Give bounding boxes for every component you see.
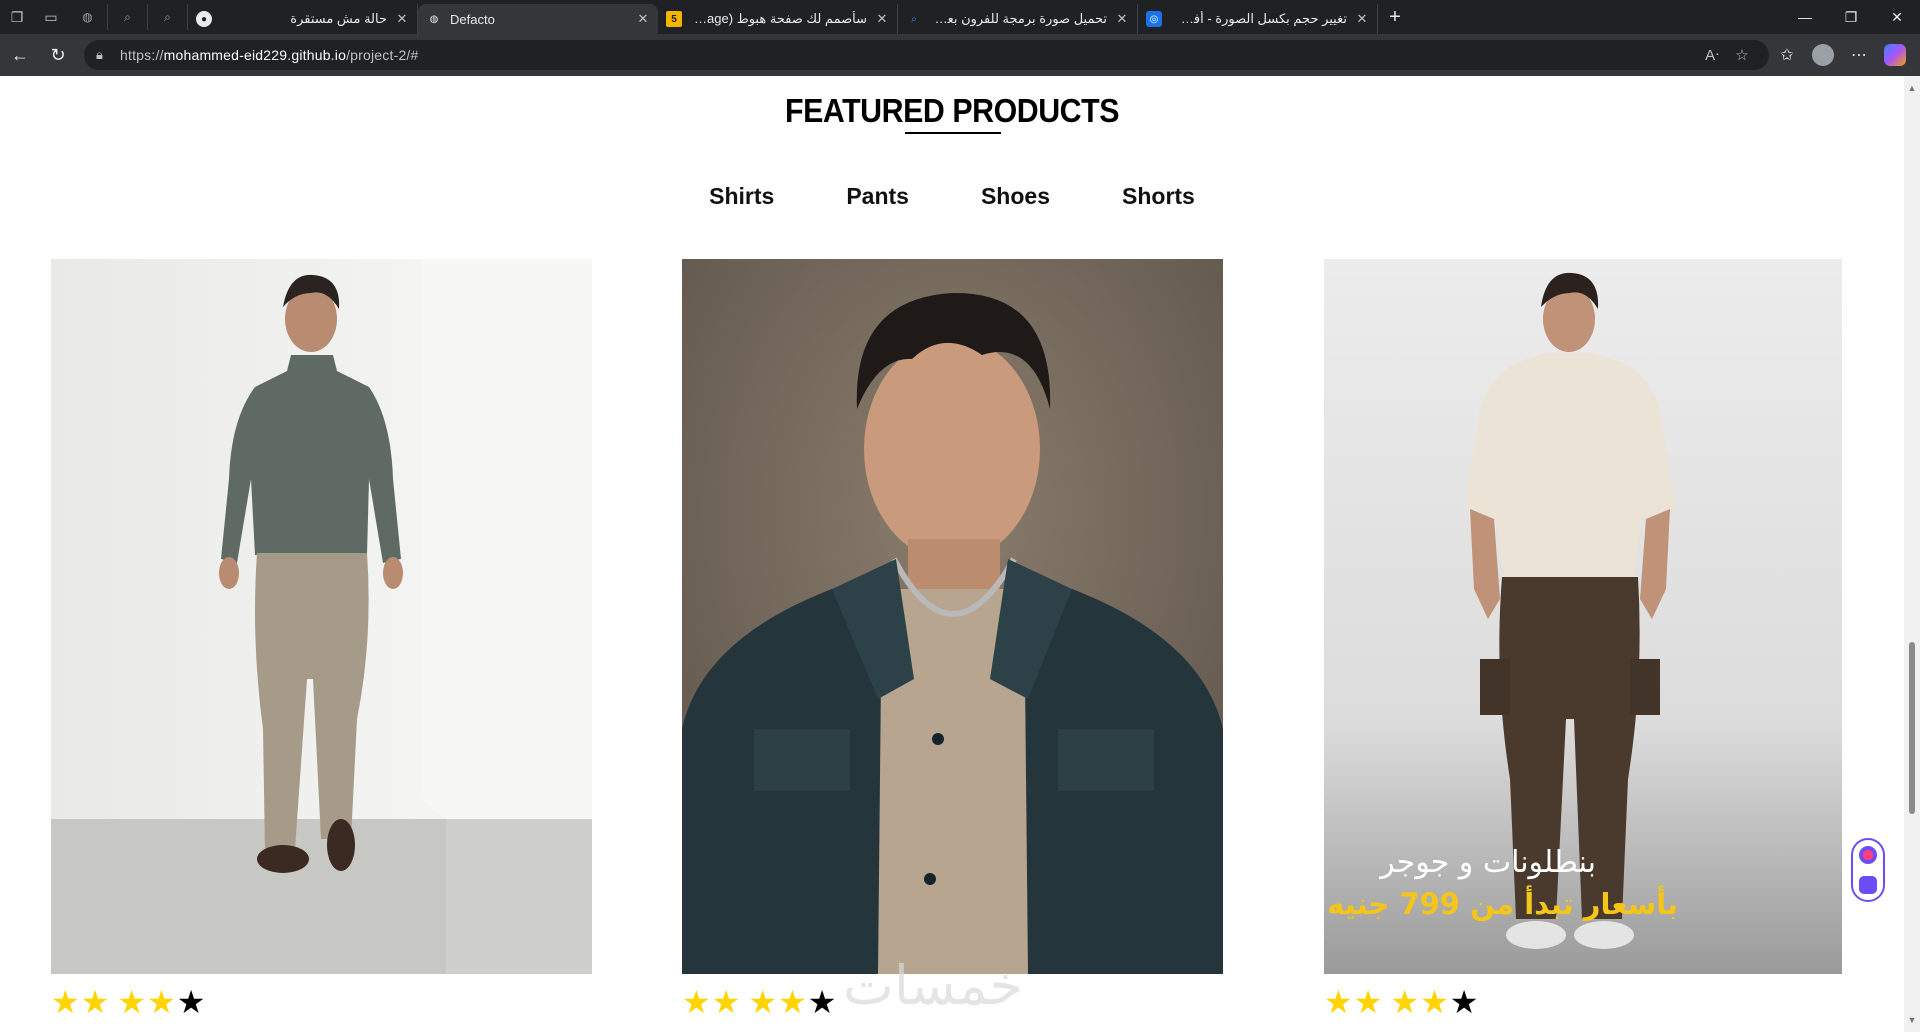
promo-headline: بنطلونات و جوجر xyxy=(1380,845,1596,880)
filter-shorts[interactable]: Shorts xyxy=(1122,183,1195,210)
close-tab-icon[interactable]: ✕ xyxy=(1115,11,1129,27)
url-prefix: https:// xyxy=(120,47,164,63)
tab-title: سأصمم لك صفحة هبوط (Landing Page xyxy=(690,11,867,26)
back-button[interactable]: ← xyxy=(2,37,38,73)
url-host: mohammed-eid229.github.io xyxy=(163,47,347,63)
globe-icon: ◍ xyxy=(82,10,93,24)
chat-icon[interactable] xyxy=(1859,846,1877,864)
star-filled-icon: ★ xyxy=(1353,984,1383,1020)
5-icon: 5 xyxy=(666,11,682,27)
title-underline xyxy=(905,132,1001,134)
promo-price-text: بأسعار تبدأ من 799 جنيه xyxy=(1327,887,1678,921)
star-filled-icon: ★ xyxy=(80,984,110,1020)
resize-icon: ◎ xyxy=(1146,11,1162,27)
tab-bar: ❐ ▭ ◍ ⌕ ⌕ ● حالة مش مستقرة ✕ ◍ Defacto ✕… xyxy=(0,0,1920,34)
tab-title: Defacto xyxy=(450,11,495,27)
close-window-button[interactable]: ✕ xyxy=(1874,0,1920,34)
star-filled-icon: ★ xyxy=(51,984,80,1020)
page-viewport: FEATURED PRODUCTS Shirts Pants Shoes Sho… xyxy=(0,76,1904,1032)
tab-title: تغيير حجم بكسل الصورة - أفضل تغي xyxy=(1170,11,1347,26)
star-filled-icon: ★ xyxy=(748,984,778,1020)
window-controls: — ❐ ✕ xyxy=(1782,0,1920,34)
product-image[interactable] xyxy=(682,259,1223,974)
read-aloud-icon[interactable]: Aᐧ xyxy=(1697,46,1727,64)
product-image[interactable] xyxy=(51,259,592,974)
tab-4[interactable]: ◎ تغيير حجم بكسل الصورة - أفضل تغي ✕ xyxy=(1138,4,1378,34)
star-filled-icon: ★ xyxy=(1324,984,1353,1020)
browser-toolbar: ← ↻ 🔒︎ https://mohammed-eid229.github.io… xyxy=(0,34,1920,76)
tab-2[interactable]: 5 سأصمم لك صفحة هبوط (Landing Page ✕ xyxy=(658,4,898,34)
filter-shirts[interactable]: Shirts xyxy=(709,183,774,210)
watermark: خمسات xyxy=(843,954,1024,1017)
scrollbar-thumb[interactable] xyxy=(1909,642,1915,814)
product-image[interactable]: بنطلونات و جوجر بأسعار تبدأ من 799 جنيه xyxy=(1324,259,1842,974)
more-menu-icon[interactable]: ⋯ xyxy=(1841,37,1877,73)
floating-sidebar-widget[interactable] xyxy=(1851,838,1885,902)
favorite-star-icon[interactable]: ☆ xyxy=(1727,46,1757,64)
url-path: /project-2/# xyxy=(346,47,419,63)
tab-3[interactable]: ⌕ تحميل صورة برمجة للفرون بعرض 00 ✕ xyxy=(898,4,1138,34)
close-tab-icon[interactable]: ✕ xyxy=(636,11,650,27)
rating-stars: ★ ★ ★ ★ ★ xyxy=(682,986,837,1018)
product-card[interactable]: ★ ★ ★ ★ ★ xyxy=(51,259,592,1018)
toolbar-actions: ✩ ⋯ xyxy=(1769,37,1906,73)
lock-icon[interactable]: 🔒︎ xyxy=(96,47,116,63)
product-photo-grey-sweater xyxy=(51,259,592,974)
page-scrollbar[interactable]: ▲ ▼ xyxy=(1904,76,1920,1032)
star-filled-icon: ★ xyxy=(1420,984,1449,1020)
scroll-up-arrow-icon[interactable]: ▲ xyxy=(1904,80,1920,96)
star-filled-icon: ★ xyxy=(117,984,147,1020)
url-text[interactable]: https://mohammed-eid229.github.io/projec… xyxy=(120,47,1697,63)
tab-title: حالة مش مستقرة xyxy=(290,11,387,26)
search-icon: ⌕ xyxy=(124,9,131,24)
pinned-tab-search-1[interactable]: ⌕ xyxy=(108,4,148,30)
tab-1[interactable]: ◍ Defacto ✕ xyxy=(418,4,658,34)
reload-button[interactable]: ↻ xyxy=(40,37,76,73)
workspaces-icon[interactable]: ❐ xyxy=(0,0,34,34)
globe-icon: ◍ xyxy=(429,13,439,25)
star-filled-icon: ★ xyxy=(147,984,176,1020)
address-bar[interactable]: 🔒︎ https://mohammed-eid229.github.io/pro… xyxy=(84,40,1769,70)
filter-shoes[interactable]: Shoes xyxy=(981,183,1050,210)
screenshot-icon[interactable] xyxy=(1859,876,1877,894)
rating-stars: ★ ★ ★ ★ ★ xyxy=(1324,986,1479,1018)
star-filled-icon: ★ xyxy=(1390,984,1420,1020)
search-icon: ⌕ xyxy=(164,9,171,24)
pinned-tab-search-2[interactable]: ⌕ xyxy=(148,4,188,30)
scroll-down-arrow-icon[interactable]: ▼ xyxy=(1904,1012,1920,1028)
tab-title: تحميل صورة برمجة للفرون بعرض 00 xyxy=(930,11,1107,26)
pinned-tab-globe[interactable]: ◍ xyxy=(68,4,108,30)
star-empty-icon: ★ xyxy=(176,984,206,1020)
search-icon: ⌕ xyxy=(911,13,917,25)
filter-pants[interactable]: Pants xyxy=(846,183,909,210)
product-card[interactable]: ★ ★ ★ ★ ★ xyxy=(682,259,1223,1018)
star-empty-icon: ★ xyxy=(1449,984,1479,1020)
star-filled-icon: ★ xyxy=(711,984,741,1020)
profile-avatar[interactable] xyxy=(1812,44,1834,66)
star-filled-icon: ★ xyxy=(778,984,807,1020)
new-tab-button[interactable]: + xyxy=(1378,6,1412,29)
restore-button[interactable]: ❐ xyxy=(1828,0,1874,34)
section-title: FEATURED PRODUCTS xyxy=(784,92,1120,129)
close-tab-icon[interactable]: ✕ xyxy=(395,11,409,27)
tab-0[interactable]: ● حالة مش مستقرة ✕ xyxy=(188,4,418,34)
product-photo-green-jacket xyxy=(682,259,1223,974)
rating-stars: ★ ★ ★ ★ ★ xyxy=(51,986,206,1018)
close-tab-icon[interactable]: ✕ xyxy=(1355,11,1369,27)
github-icon: ● xyxy=(196,11,212,27)
close-tab-icon[interactable]: ✕ xyxy=(875,11,889,27)
star-filled-icon: ★ xyxy=(682,984,711,1020)
tab-actions-icon[interactable]: ▭ xyxy=(34,0,68,34)
product-filters: Shirts Pants Shoes Shorts xyxy=(0,183,1904,210)
copilot-icon[interactable] xyxy=(1884,44,1906,66)
product-card[interactable]: بنطلونات و جوجر بأسعار تبدأ من 799 جنيه … xyxy=(1324,259,1842,1018)
favorites-icon[interactable]: ✩ xyxy=(1769,37,1805,73)
star-empty-icon: ★ xyxy=(807,984,837,1020)
minimize-button[interactable]: — xyxy=(1782,0,1828,34)
